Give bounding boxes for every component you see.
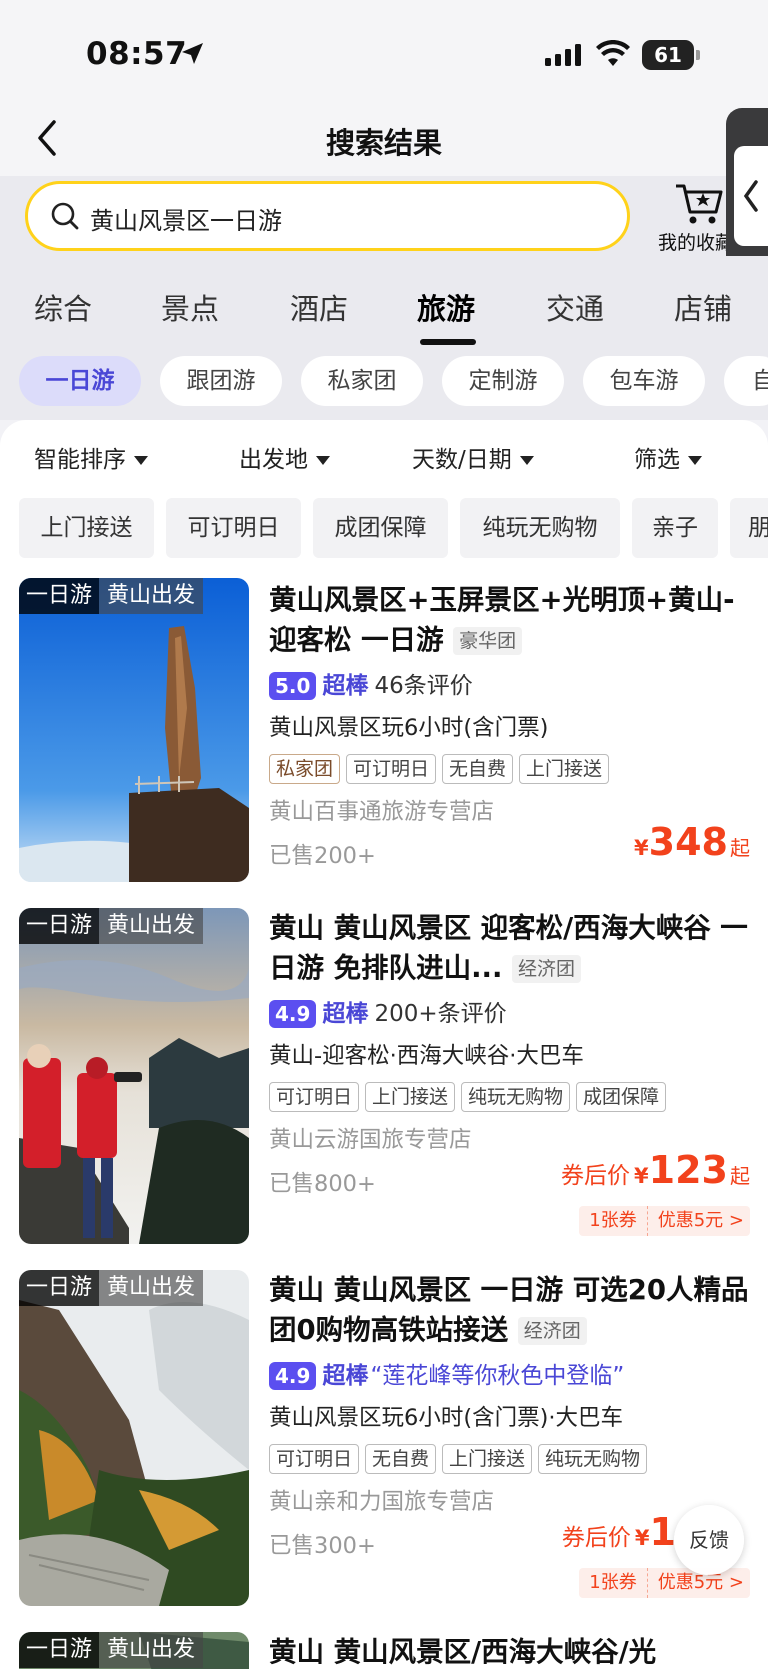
- nav-bar: 搜索结果: [0, 104, 768, 176]
- coupon-badge[interactable]: 1张券 优惠5元 >: [579, 1206, 750, 1236]
- product-grade: 经济团: [517, 1317, 587, 1345]
- sort-departure[interactable]: 出发地: [239, 440, 330, 474]
- product-tag: 私家团: [269, 754, 341, 784]
- chip-charter-tour[interactable]: 包车游: [583, 356, 705, 406]
- product-price: 券后价 ¥1: [561, 1510, 676, 1554]
- tab-travel[interactable]: 旅游: [417, 286, 475, 328]
- product-badge: 一日游 黄山出发: [19, 1632, 204, 1668]
- results-panel: 智能排序 出发地 天数/日期 筛选 上门接送 可订明日 成团保障 纯玩无购物 亲…: [0, 420, 768, 1669]
- quick-filter-family[interactable]: 亲子: [632, 498, 718, 558]
- tab-attractions[interactable]: 景点: [161, 286, 219, 328]
- product-card[interactable]: 一日游 黄山出发 黄山 黄山风景区/西海大峡谷/光: [0, 1632, 768, 1669]
- sort-filter[interactable]: 筛选: [634, 440, 702, 474]
- product-image: 一日游 黄山出发: [19, 1632, 249, 1669]
- product-image: 一日游 黄山出发: [19, 1270, 249, 1606]
- product-price: 券后价 ¥123 起: [561, 1148, 750, 1192]
- product-badge: 一日游 黄山出发: [19, 1270, 204, 1306]
- product-rating: 4.9 超棒“莲花峰等你秋色中登临”: [269, 1356, 624, 1390]
- product-image: 一日游 黄山出发: [19, 908, 249, 1244]
- product-tags: 私家团 可订明日 无自费 上门接送: [269, 754, 610, 784]
- product-sold: 已售300+: [269, 1533, 376, 1559]
- product-tag: 成团保障: [576, 1082, 667, 1112]
- product-grade: 豪华团: [453, 627, 523, 655]
- sort-smart[interactable]: 智能排序: [34, 440, 148, 474]
- chip-custom-tour[interactable]: 定制游: [442, 356, 564, 406]
- product-tag: 无自费: [442, 754, 514, 784]
- location-arrow-icon: [182, 43, 203, 64]
- active-tab-indicator: [420, 339, 476, 345]
- tab-comprehensive[interactable]: 综合: [34, 286, 92, 328]
- cart-star-icon: [676, 184, 723, 224]
- quick-filter-partial[interactable]: 朋: [730, 498, 768, 558]
- page: { "status_bar": {"time": "08:57", "batte…: [0, 0, 768, 1669]
- tab-hotels[interactable]: 酒店: [290, 286, 348, 328]
- product-title: 黄山风景区+玉屏景区+光明顶+黄山-迎客松 一日游 豪华团: [269, 584, 735, 656]
- product-sold: 已售200+: [269, 843, 376, 869]
- product-card[interactable]: 一日游 黄山出发 黄山风景区+玉屏景区+光明顶+黄山-迎客松 一日游 豪华团 5.…: [0, 578, 768, 888]
- product-image: 一日游 黄山出发: [19, 578, 249, 882]
- product-badge: 一日游 黄山出发: [19, 578, 204, 614]
- product-rating: 5.0 超棒 46条评价: [269, 666, 473, 700]
- product-tag: 上门接送: [365, 1082, 456, 1112]
- quick-filter-pickup[interactable]: 上门接送: [19, 498, 154, 558]
- product-tag: 无自费: [365, 1444, 437, 1474]
- tab-transport[interactable]: 交通: [546, 286, 604, 328]
- cellular-signal-icon: [545, 44, 581, 66]
- product-tag: 上门接送: [442, 1444, 533, 1474]
- product-tags: 可订明日 上门接送 纯玩无购物 成团保障: [269, 1082, 667, 1112]
- product-tag: 上门接送: [519, 754, 610, 784]
- product-rating: 4.9 超棒 200+条评价: [269, 994, 507, 1028]
- product-card[interactable]: 一日游 黄山出发 黄山 黄山风景区 迎客松/西海大峡谷 一日游 免排队进山... …: [0, 908, 768, 1248]
- product-tag: 可订明日: [269, 1082, 360, 1112]
- product-title: 黄山 黄山风景区 迎客松/西海大峡谷 一日游 免排队进山... 经济团: [269, 912, 748, 984]
- product-card[interactable]: 一日游 黄山出发 黄山 黄山风景区 一日游 可选20人精品团0购物高铁站接送 经济…: [0, 1270, 768, 1610]
- feedback-button[interactable]: 反馈: [674, 1505, 744, 1575]
- product-subtitle: 黄山风景区玩6小时(含门票)·大巴车: [269, 1405, 624, 1431]
- product-tags: 可订明日 无自费 上门接送 纯玩无购物: [269, 1444, 648, 1474]
- product-subtitle: 黄山风景区玩6小时(含门票): [269, 715, 549, 741]
- chip-partial[interactable]: 自: [724, 356, 768, 406]
- search-icon: [51, 202, 79, 230]
- tab-shops[interactable]: 店铺: [674, 286, 732, 328]
- dropdown-triangle-icon: [519, 456, 534, 465]
- product-subtitle: 黄山-迎客松·西海大峡谷·大巴车: [269, 1043, 584, 1069]
- search-input[interactable]: 黄山风景区一日游: [25, 181, 630, 251]
- quick-filter-guaranteed[interactable]: 成团保障: [313, 498, 448, 558]
- product-grade: 经济团: [512, 955, 582, 983]
- product-tag: 纯玩无购物: [538, 1444, 648, 1474]
- chip-day-trip[interactable]: 一日游: [19, 356, 141, 406]
- status-bar: 08:57 61: [0, 0, 768, 104]
- search-row: 黄山风景区一日游 我的收藏: [0, 176, 768, 256]
- product-shop: 黄山云游国旅专营店: [269, 1127, 472, 1153]
- product-shop: 黄山百事通旅游专营店: [269, 799, 495, 825]
- sort-days-date[interactable]: 天数/日期: [412, 440, 534, 474]
- product-price: ¥348 起: [634, 820, 750, 864]
- dropdown-triangle-icon: [134, 456, 148, 465]
- product-title: 黄山 黄山风景区 一日游 可选20人精品团0购物高铁站接送 经济团: [269, 1274, 749, 1346]
- quick-filter-no-shopping[interactable]: 纯玩无购物: [460, 498, 620, 558]
- chip-private-tour[interactable]: 私家团: [301, 356, 423, 406]
- category-tabs: 综合 景点 酒店 旅游 交通 店铺: [0, 256, 768, 348]
- wifi-icon: [596, 40, 630, 66]
- search-query-text: 黄山风景区一日游: [90, 207, 282, 235]
- product-tag: 可订明日: [346, 754, 437, 784]
- favorites-label: 我的收藏: [658, 232, 735, 254]
- product-sold: 已售800+: [269, 1171, 376, 1197]
- dropdown-triangle-icon: [688, 456, 702, 465]
- quick-filter-tomorrow[interactable]: 可订明日: [166, 498, 301, 558]
- side-drawer-tab[interactable]: [726, 108, 768, 274]
- product-shop: 黄山亲和力国旅专营店: [269, 1489, 495, 1515]
- product-tag: 纯玩无购物: [461, 1082, 571, 1112]
- sub-category-chips: 一日游 跟团游 私家团 定制游 包车游 自: [0, 348, 768, 420]
- coupon-badge[interactable]: 1张券 优惠5元 >: [579, 1568, 750, 1598]
- chip-group-tour[interactable]: 跟团游: [160, 356, 282, 406]
- chevron-left-small-icon: [743, 180, 758, 212]
- product-title: 黄山 黄山风景区/西海大峡谷/光: [269, 1636, 657, 1668]
- dropdown-triangle-icon: [316, 456, 330, 465]
- page-title: 搜索结果: [325, 126, 442, 160]
- product-tag: 可订明日: [269, 1444, 360, 1474]
- product-badge: 一日游 黄山出发: [19, 908, 204, 944]
- status-time: 08:57: [86, 36, 188, 72]
- battery-icon: 61: [642, 40, 700, 70]
